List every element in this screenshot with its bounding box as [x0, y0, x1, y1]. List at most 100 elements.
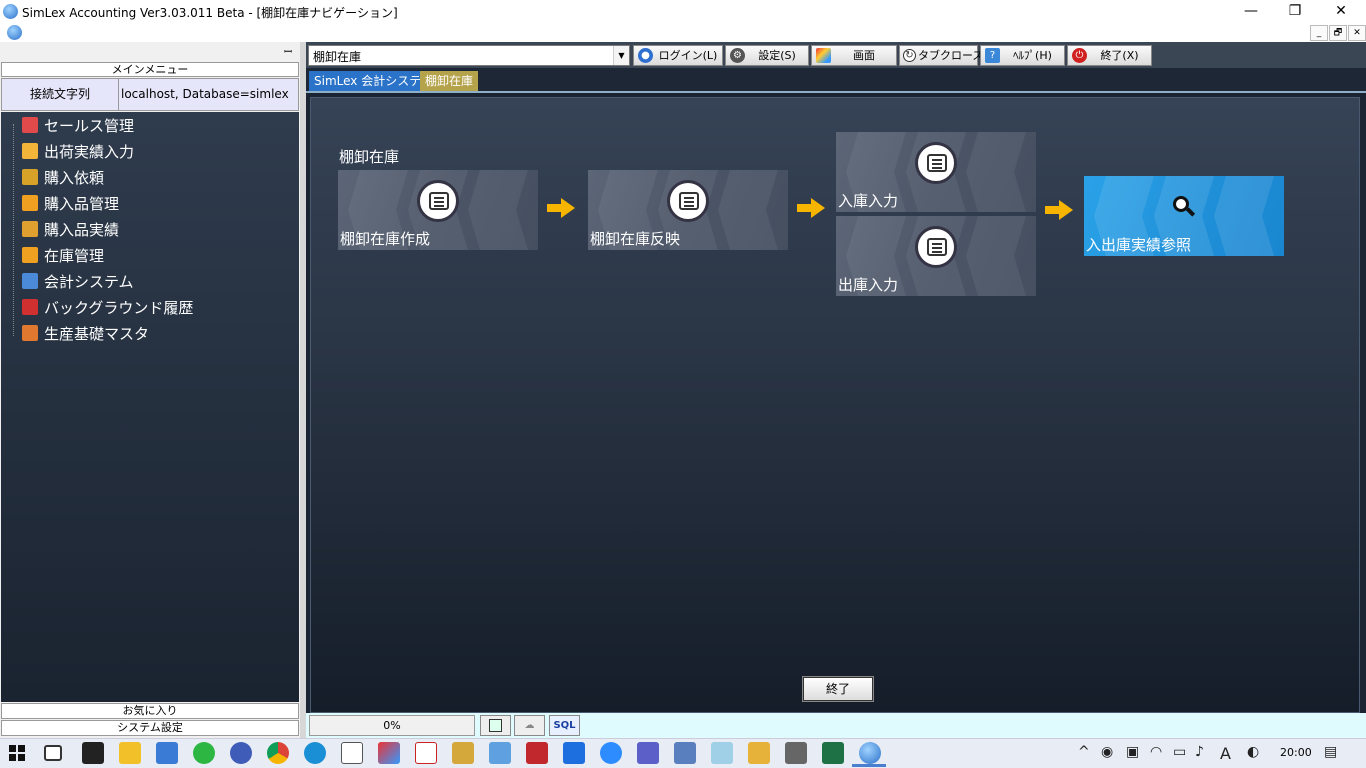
remote-desktop-icon[interactable]: [156, 742, 178, 764]
tab-accounting-system[interactable]: SimLex 会計システム: [309, 71, 438, 91]
image-viewer-icon[interactable]: [489, 742, 511, 764]
menu-item-magnifier[interactable]: 在庫管理: [22, 244, 104, 268]
cloud-icon[interactable]: ☁: [514, 715, 545, 736]
tile-stock-in-label: 入庫入力: [838, 192, 899, 210]
excel-icon[interactable]: [822, 742, 844, 764]
exit-button[interactable]: 終了: [802, 676, 874, 702]
module-combo[interactable]: 棚卸在庫 ▼: [308, 45, 630, 66]
menu-item-clock[interactable]: バックグラウンド履歴: [22, 296, 193, 320]
menu-item-label: 在庫管理: [44, 247, 105, 265]
teams-icon[interactable]: [637, 742, 659, 764]
tray-mic-icon[interactable]: ◉: [1101, 744, 1113, 760]
tile-inventory-create[interactable]: 棚卸在庫作成: [338, 170, 538, 250]
palette-icon: [816, 48, 831, 63]
tile-inventory-reflect[interactable]: 棚卸在庫反映: [588, 170, 788, 250]
minimize-button[interactable]: —: [1228, 0, 1274, 24]
mdi-globe-icon[interactable]: [7, 25, 22, 40]
filezilla-icon[interactable]: [526, 742, 548, 764]
edge-icon[interactable]: [304, 742, 326, 764]
tile-stock-in[interactable]: 入庫入力: [836, 132, 1036, 212]
network-icon[interactable]: [674, 742, 696, 764]
sql-button[interactable]: SQL: [549, 715, 580, 736]
login-button[interactable]: ● ログイン(L): [633, 45, 723, 66]
menu-item-label: 出荷実績入力: [44, 143, 135, 161]
night-mode-icon[interactable]: ◐: [1247, 744, 1259, 760]
tab-inventory[interactable]: 棚卸在庫: [420, 71, 479, 91]
simlex-taskbar-icon[interactable]: [859, 742, 881, 764]
windows-start-icon[interactable]: [9, 745, 25, 761]
favorites-header[interactable]: お気に入り: [1, 703, 299, 719]
volume-icon[interactable]: ♪: [1195, 744, 1204, 760]
tree-line: [13, 124, 14, 336]
menu-item-database[interactable]: 生産基礎マスタ: [22, 322, 149, 346]
bank-icon: [22, 273, 38, 289]
menu-item-label: セールス管理: [44, 117, 135, 135]
mdi-bar: [0, 24, 1366, 42]
menu-item-label: 生産基礎マスタ: [44, 325, 150, 343]
mdi-close-button[interactable]: ✕: [1348, 25, 1366, 41]
tab-close-label: タブクローズ: [918, 49, 984, 62]
zoom-icon[interactable]: [600, 742, 622, 764]
document-icon: [915, 226, 957, 268]
login-label: ログイン(L): [658, 49, 718, 62]
box-icon: [22, 143, 38, 159]
pin-icon[interactable]: ꟷ: [284, 44, 292, 58]
screen-button[interactable]: 画面: [811, 45, 897, 66]
chevron-down-icon[interactable]: ▼: [613, 46, 629, 65]
section-title: 棚卸在庫: [339, 148, 400, 166]
tools-icon[interactable]: [452, 742, 474, 764]
main-menu-header[interactable]: メインメニュー: [1, 62, 299, 77]
close-button[interactable]: ✕: [1318, 0, 1364, 24]
wifi-icon[interactable]: ◠: [1150, 744, 1162, 760]
system-settings-header[interactable]: システム設定: [1, 720, 299, 736]
help-label: ﾍﾙﾌﾟ(H): [1013, 49, 1052, 62]
title-bar: SimLex Accounting Ver3.03.011 Beta - [棚卸…: [0, 0, 1366, 24]
mdi-restore-button[interactable]: 🗗: [1329, 25, 1347, 41]
help-button[interactable]: ? ﾍﾙﾌﾟ(H): [980, 45, 1065, 66]
taskbar-clock[interactable]: 20:00: [1280, 746, 1312, 759]
tray-chevron-icon[interactable]: ^: [1078, 744, 1090, 760]
menu-item-store[interactable]: セールス管理: [22, 114, 134, 138]
notepad-icon[interactable]: [341, 742, 363, 764]
export-icon[interactable]: [480, 715, 511, 736]
app-icon[interactable]: [230, 742, 252, 764]
menu-item-basket[interactable]: 購入品実績: [22, 218, 119, 242]
menu-item-cart[interactable]: 購入品管理: [22, 192, 119, 216]
connection-info: 接続文字列 localhost, Database=simlex: [1, 78, 299, 111]
clock-icon: [22, 299, 38, 315]
battery-icon[interactable]: ▭: [1173, 744, 1186, 760]
line-icon[interactable]: [193, 742, 215, 764]
ime-indicator[interactable]: A: [1220, 744, 1231, 763]
paint-icon[interactable]: [378, 742, 400, 764]
chart-app-icon[interactable]: [415, 742, 437, 764]
calculator-icon[interactable]: [785, 742, 807, 764]
notes-icon[interactable]: [711, 742, 733, 764]
file-explorer-icon[interactable]: [119, 742, 141, 764]
arrow-right-icon: [797, 198, 827, 218]
power-icon: ⏻: [1072, 48, 1087, 63]
tray-display-icon[interactable]: ▣: [1126, 744, 1139, 760]
settings-button[interactable]: ⚙ 設定(S): [725, 45, 809, 66]
document-icon: [667, 180, 709, 222]
mdi-minimize-button[interactable]: _: [1310, 25, 1328, 41]
app2-icon[interactable]: [748, 742, 770, 764]
connection-value: localhost, Database=simlex: [121, 87, 289, 101]
menu-item-label: 購入品管理: [44, 195, 120, 213]
menu-item-folder[interactable]: 購入依頼: [22, 166, 104, 190]
tile-stock-out[interactable]: 出庫入力: [836, 216, 1036, 296]
help-icon: ?: [985, 48, 1000, 63]
cart-icon: [22, 195, 38, 211]
tile-stock-history[interactable]: 入出庫実績参照: [1084, 176, 1284, 256]
menu-item-bank[interactable]: 会計システム: [22, 270, 134, 294]
exit-toolbar-button[interactable]: ⏻ 終了(X): [1067, 45, 1152, 66]
tab-close-button[interactable]: ↻ タブクローズ: [899, 45, 984, 66]
teamviewer-icon[interactable]: [563, 742, 585, 764]
module-combo-value: 棚卸在庫: [313, 50, 362, 64]
menu-item-box[interactable]: 出荷実績入力: [22, 140, 134, 164]
notification-icon[interactable]: ▤: [1324, 744, 1337, 760]
restore-button[interactable]: ❐: [1272, 0, 1318, 24]
terminal-icon[interactable]: [82, 742, 104, 764]
chrome-icon[interactable]: [267, 742, 289, 764]
tile-inventory-create-label: 棚卸在庫作成: [340, 230, 431, 248]
task-view-icon[interactable]: [44, 745, 62, 761]
